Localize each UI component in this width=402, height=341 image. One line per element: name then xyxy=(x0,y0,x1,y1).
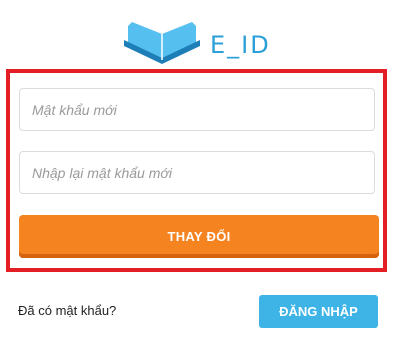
confirm-password-input[interactable] xyxy=(19,151,375,194)
brand-name: E_ID xyxy=(210,31,271,59)
login-button[interactable]: ĐĂNG NHẬP xyxy=(259,295,378,328)
open-book-icon xyxy=(122,20,202,64)
password-form: THAY ĐỔI xyxy=(6,69,387,272)
new-password-input[interactable] xyxy=(19,88,375,131)
change-password-page: E_ID THAY ĐỔI Đã có mật khẩu? ĐĂNG NHẬP xyxy=(0,0,402,341)
change-button[interactable]: THAY ĐỔI xyxy=(19,215,379,258)
have-password-text: Đã có mật khẩu? xyxy=(18,303,117,318)
brand-logo: E_ID xyxy=(122,20,271,64)
